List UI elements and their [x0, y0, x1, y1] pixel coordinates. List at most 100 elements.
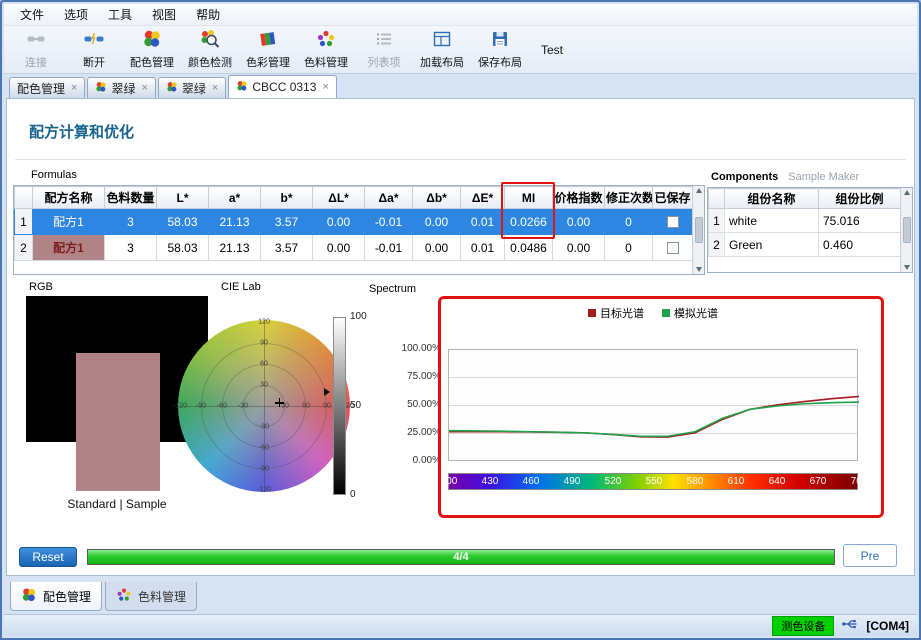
scroll-up-icon[interactable] [696, 188, 702, 193]
menu-help[interactable]: 帮助 [186, 4, 230, 25]
row-number: 2 [15, 235, 33, 261]
load-layout-icon [432, 29, 452, 52]
scroll-down-icon[interactable] [696, 267, 702, 272]
progress-text: 4/4 [453, 551, 468, 563]
mi-value-cell: 0.0266 [505, 209, 553, 235]
toolbar: 连接 断开 配色管理 颜色检测 色彩管理 色料管理 列表项 加载布局 [4, 26, 917, 74]
column-header[interactable]: 已保存 [653, 187, 693, 209]
column-header[interactable]: ΔL* [313, 187, 365, 209]
column-header[interactable]: 色料数量 [105, 187, 157, 209]
reset-button[interactable]: Reset [19, 547, 77, 567]
column-header[interactable]: Δa* [365, 187, 413, 209]
saved-checkbox[interactable] [667, 242, 679, 254]
menu-view[interactable]: 视图 [142, 4, 186, 25]
scroll-thumb[interactable] [695, 217, 703, 243]
close-icon[interactable]: × [322, 82, 328, 93]
connect-icon [26, 29, 46, 52]
lightness-marker [324, 388, 330, 396]
tab-cuilv-2[interactable]: 翠绿 × [158, 77, 226, 98]
save-layout-icon [490, 29, 510, 52]
rgb-section-label: RGB [29, 281, 53, 293]
test-button[interactable]: Test [530, 28, 574, 72]
column-header[interactable]: 价格指数 [553, 187, 605, 209]
list-items-button[interactable]: 列表项 [356, 28, 412, 72]
save-layout-button[interactable]: 保存布局 [472, 28, 528, 72]
colorant-manage-button[interactable]: 色料管理 [298, 28, 354, 72]
cielab-color-wheel: 120120909060603030-30-30-60-60-90-90-120… [178, 320, 350, 492]
close-icon[interactable]: × [141, 83, 147, 94]
cielab-tick-labels: 120120909060603030-30-30-60-60-90-90-120… [178, 320, 350, 492]
formulas-scrollbar[interactable] [692, 186, 704, 274]
column-header-mi[interactable]: MI [505, 187, 553, 209]
divider [15, 159, 906, 160]
column-header[interactable]: 修正次数 [605, 187, 653, 209]
simulated-swatch-icon [662, 309, 670, 317]
load-layout-button[interactable]: 加载布局 [414, 28, 470, 72]
progress-bar: 4/4 [87, 549, 835, 565]
scroll-up-icon[interactable] [904, 190, 910, 195]
device-status-badge: 测色设备 [772, 616, 834, 636]
lightness-bar [333, 317, 346, 495]
close-icon[interactable]: × [212, 83, 218, 94]
formulas-section-label: Formulas [31, 169, 77, 181]
tab-cbcc-0313[interactable]: CBCC 0313 × [228, 75, 336, 98]
scroll-thumb[interactable] [903, 217, 911, 243]
component-row[interactable]: 1 white 75.016 [709, 209, 901, 233]
row-header-corner [709, 189, 725, 209]
status-bar: 测色设备 [COM4] [4, 614, 917, 636]
column-header[interactable]: ΔE* [461, 187, 505, 209]
column-header[interactable]: 配方名称 [33, 187, 105, 209]
components-scrollbar[interactable] [900, 188, 912, 272]
bottom-tab-color-matching[interactable]: 配色管理 [10, 582, 102, 611]
bottom-tab-colorant-manage[interactable]: 色料管理 [105, 582, 197, 611]
saved-checkbox[interactable] [667, 216, 679, 228]
page-title: 配方计算和优化 [29, 121, 134, 142]
spectrum-curves [449, 350, 859, 462]
color-manage-button[interactable]: 色彩管理 [240, 28, 296, 72]
pre-button[interactable]: Pre [843, 544, 897, 567]
formula-row[interactable]: 1 配方1 3 58.03 21.13 3.57 0.00 -0.01 0.00… [15, 209, 693, 235]
lightness-tick: 100 [350, 311, 367, 322]
menu-tools[interactable]: 工具 [98, 4, 142, 25]
usb-icon [842, 618, 858, 633]
target-swatch-icon [588, 309, 596, 317]
disconnect-icon [84, 29, 104, 52]
scroll-down-icon[interactable] [904, 265, 910, 270]
tab-cuilv-1[interactable]: 翠绿 × [87, 77, 155, 98]
component-row[interactable]: 2 Green 0.460 [709, 233, 901, 257]
row-header-corner [15, 187, 33, 209]
menu-options[interactable]: 选项 [54, 4, 98, 25]
palette-icon [21, 587, 37, 606]
formula-row[interactable]: 2 配方1 3 58.03 21.13 3.57 0.00 -0.01 0.00… [15, 235, 693, 261]
tab-components[interactable]: Components [711, 171, 778, 183]
close-icon[interactable]: × [71, 83, 77, 94]
column-header[interactable]: L* [157, 187, 209, 209]
color-detect-button[interactable]: 颜色检测 [182, 28, 238, 72]
app-window: 文件 选项 工具 视图 帮助 连接 断开 配色管理 颜色检测 色彩管理 色料管理 [0, 0, 921, 640]
color-manage-icon [258, 29, 278, 52]
colorant-manage-icon [316, 29, 336, 52]
column-header[interactable]: 组份名称 [725, 189, 819, 209]
column-header[interactable]: Δb* [413, 187, 461, 209]
disconnect-button[interactable]: 断开 [66, 28, 122, 72]
palette-icon [236, 80, 248, 95]
sample-point-marker [279, 398, 281, 407]
document-tab-bar: 配色管理 × 翠绿 × 翠绿 × CBCC 0313 × [4, 75, 917, 98]
column-header[interactable]: 组份比例 [819, 189, 901, 209]
column-header[interactable]: a* [209, 187, 261, 209]
menu-file[interactable]: 文件 [10, 4, 54, 25]
formula-color-swatch: 配方1 [33, 235, 105, 261]
row-number: 1 [15, 209, 33, 235]
components-table: 组份名称 组份比例 1 white 75.016 2 Green 0.460 [707, 187, 913, 273]
com-port-label: [COM4] [866, 619, 909, 633]
color-matching-button[interactable]: 配色管理 [124, 28, 180, 72]
connect-button[interactable]: 连接 [8, 28, 64, 72]
column-header[interactable]: b* [261, 187, 313, 209]
tab-sample-maker[interactable]: Sample Maker [788, 171, 859, 183]
tab-color-matching[interactable]: 配色管理 × [9, 77, 85, 98]
rgb-caption: Standard | Sample [26, 497, 208, 511]
colorant-manage-icon [116, 587, 132, 606]
spectrum-section-label: Spectrum [369, 283, 416, 295]
menu-bar: 文件 选项 工具 视图 帮助 [4, 4, 917, 26]
formulas-table: 配方名称 色料数量 L* a* b* ΔL* Δa* Δb* ΔE* MI 价格… [13, 185, 705, 275]
